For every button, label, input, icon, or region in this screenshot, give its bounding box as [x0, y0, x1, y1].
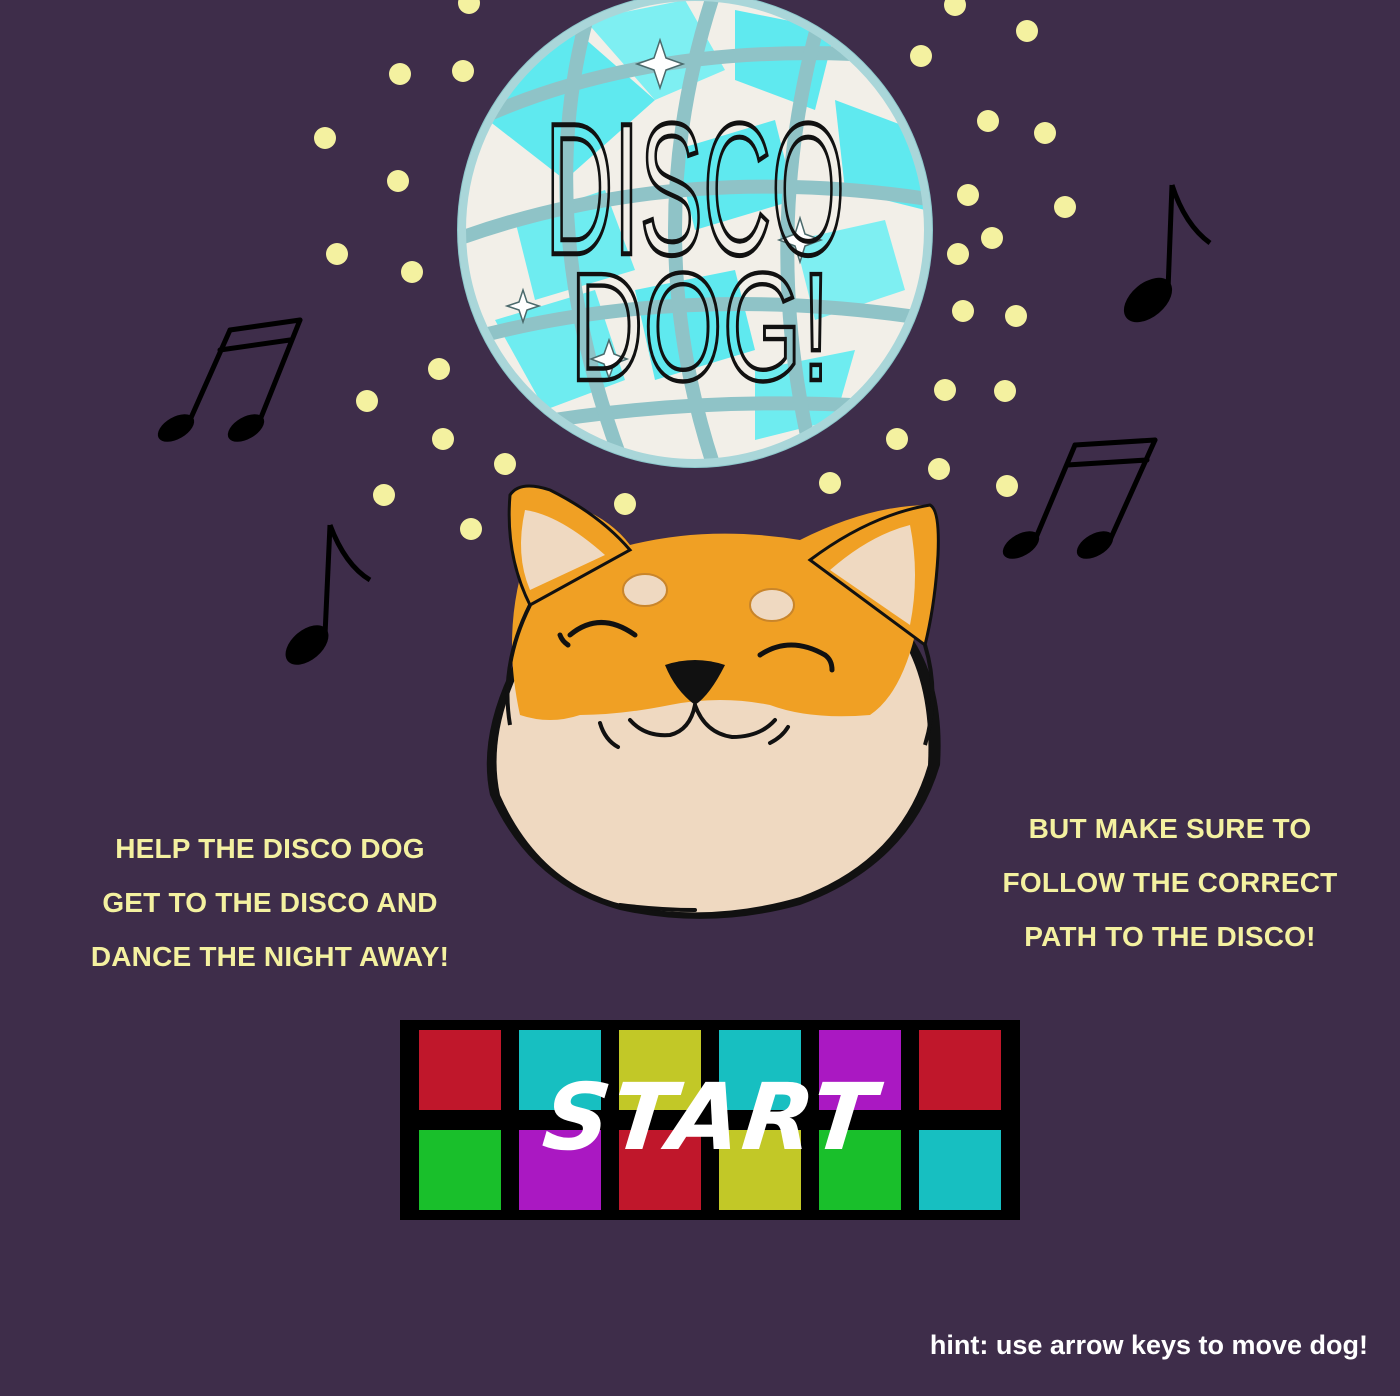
instruction-line: DANCE THE NIGHT AWAY! — [90, 941, 450, 972]
instructions-right: BUT MAKE SURE TO FOLLOW THE CORRECT PATH… — [960, 802, 1380, 964]
game-title: DISCO DOG! — [543, 81, 847, 415]
start-button[interactable]: START — [400, 1020, 1020, 1220]
instruction-line: PATH TO THE DISCO! — [1024, 921, 1316, 952]
instruction-line: FOLLOW THE CORRECT — [1002, 867, 1338, 898]
music-note-icon — [285, 524, 372, 665]
start-button-label: START — [538, 1064, 883, 1171]
title-line2: DOG! — [570, 242, 830, 414]
hint-text: hint: use arrow keys to move dog! — [929, 1330, 1368, 1360]
disco-dog-face-icon — [486, 484, 941, 919]
music-note-icon — [1002, 437, 1158, 559]
music-note-icon — [157, 317, 303, 442]
title-screen: DISCO DOG! HELP THE DISCO DOG GET TO THE… — [0, 0, 1400, 1396]
instructions-left: HELP THE DISCO DOG GET TO THE DISCO AND … — [50, 822, 490, 984]
instruction-line: GET TO THE DISCO AND — [102, 887, 438, 918]
instruction-line: BUT MAKE SURE TO — [1028, 813, 1312, 844]
instruction-line: HELP THE DISCO DOG — [115, 833, 425, 864]
music-note-icon — [1123, 184, 1212, 323]
